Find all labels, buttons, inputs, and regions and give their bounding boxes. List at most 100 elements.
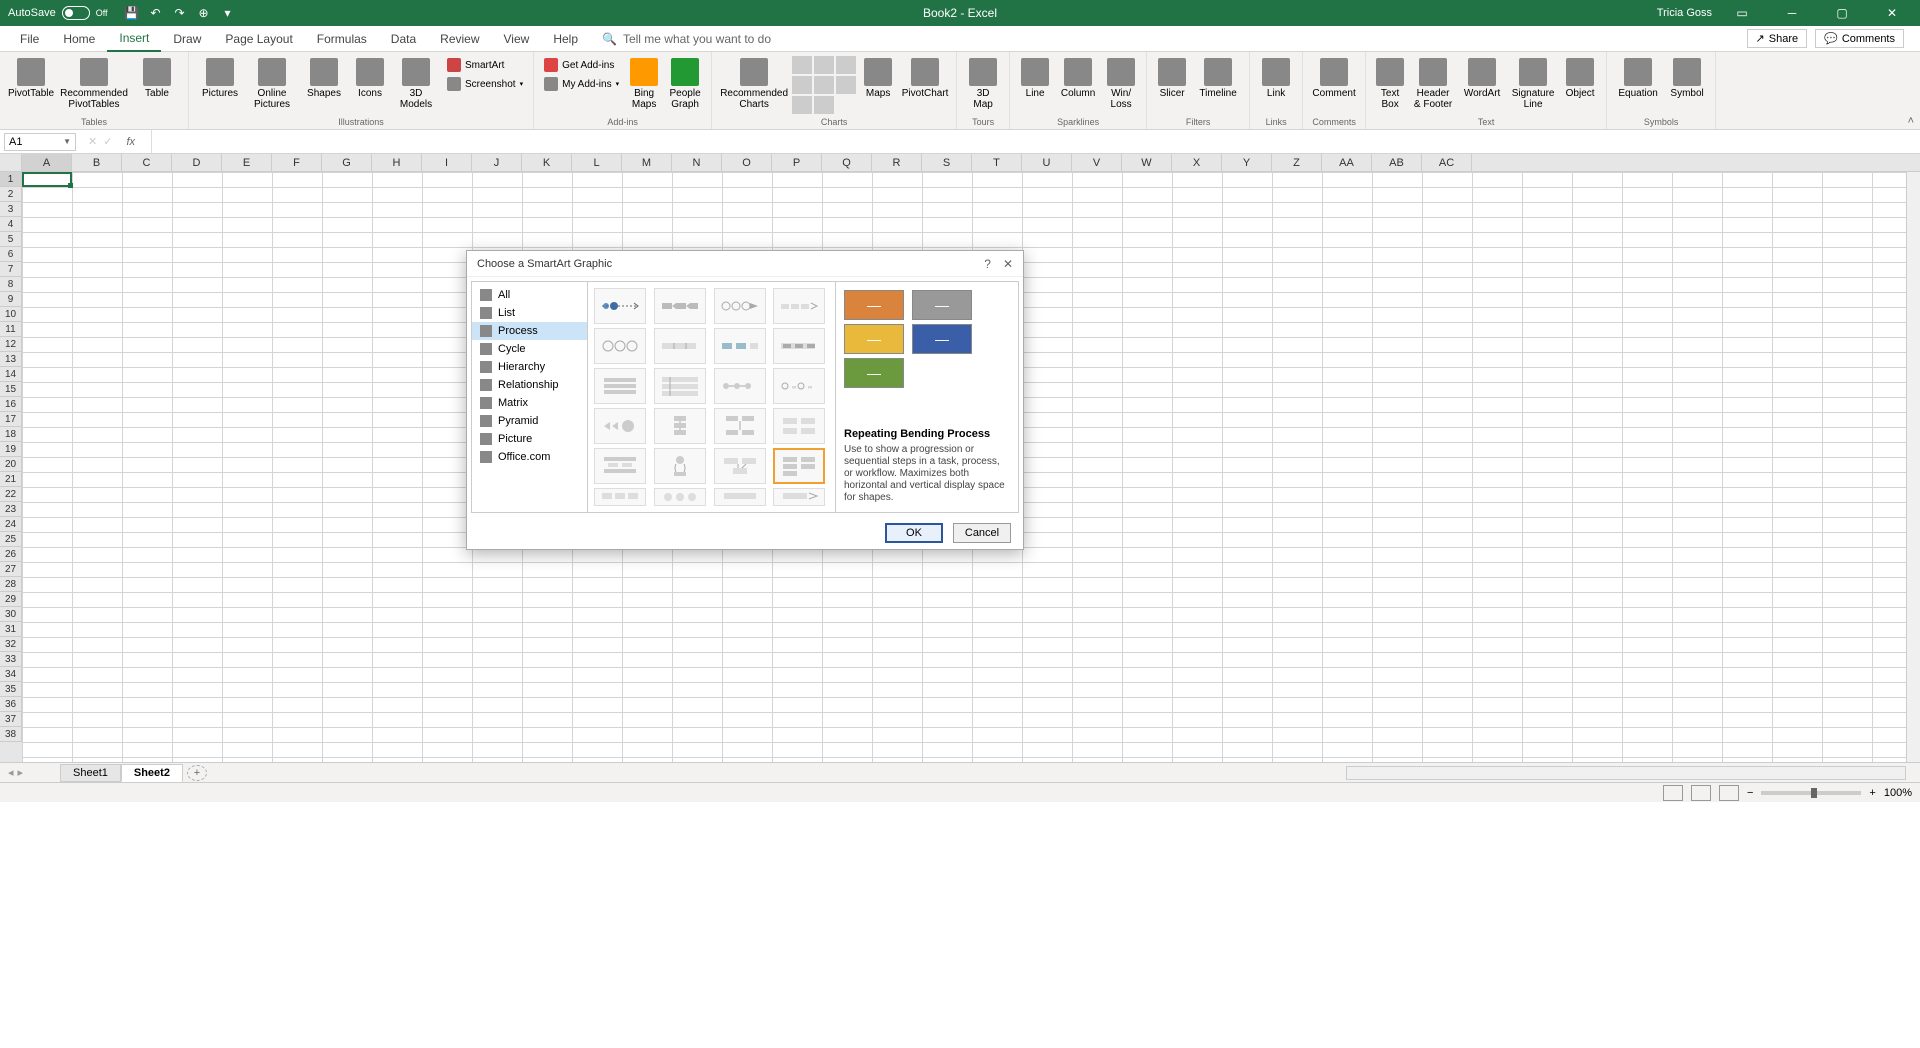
layout-thumb[interactable]: [773, 408, 825, 444]
row-header[interactable]: 21: [0, 472, 22, 487]
column-header[interactable]: N: [672, 154, 722, 171]
layout-thumb[interactable]: [714, 368, 766, 404]
add-sheet-button[interactable]: +: [187, 765, 207, 781]
maps-button[interactable]: Maps: [858, 56, 898, 101]
layout-thumb[interactable]: [773, 488, 825, 506]
chart-type-8[interactable]: [814, 96, 834, 114]
save-icon[interactable]: 💾: [124, 5, 140, 21]
row-header[interactable]: 25: [0, 532, 22, 547]
row-header[interactable]: 36: [0, 697, 22, 712]
sparkline-column-button[interactable]: Column: [1056, 56, 1100, 101]
row-header[interactable]: 32: [0, 637, 22, 652]
layout-thumb[interactable]: [594, 408, 646, 444]
category-all[interactable]: All: [472, 286, 587, 304]
column-header[interactable]: L: [572, 154, 622, 171]
row-header[interactable]: 34: [0, 667, 22, 682]
column-header[interactable]: AA: [1322, 154, 1372, 171]
column-header[interactable]: M: [622, 154, 672, 171]
column-header[interactable]: U: [1022, 154, 1072, 171]
get-addins-button[interactable]: Get Add-ins: [540, 56, 623, 74]
row-header[interactable]: 18: [0, 427, 22, 442]
category-relationship[interactable]: Relationship: [472, 376, 587, 394]
sparkline-winloss-button[interactable]: Win/ Loss: [1102, 56, 1140, 112]
recommended-pivottables-button[interactable]: Recommended PivotTables: [58, 56, 130, 112]
row-header[interactable]: 23: [0, 502, 22, 517]
column-header[interactable]: P: [772, 154, 822, 171]
column-header[interactable]: F: [272, 154, 322, 171]
chevron-down-icon[interactable]: ▼: [63, 137, 71, 146]
row-header[interactable]: 12: [0, 337, 22, 352]
category-list[interactable]: List: [472, 304, 587, 322]
zoom-slider[interactable]: [1761, 791, 1861, 795]
normal-view-icon[interactable]: [1663, 785, 1683, 801]
fx-icon[interactable]: fx: [118, 136, 143, 148]
row-header[interactable]: 1: [0, 172, 22, 187]
row-header[interactable]: 3: [0, 202, 22, 217]
chart-type-7[interactable]: [792, 96, 812, 114]
table-button[interactable]: Table: [132, 56, 182, 101]
next-sheet-icon[interactable]: ▸: [18, 766, 24, 779]
row-header[interactable]: 38: [0, 727, 22, 742]
row-header[interactable]: 5: [0, 232, 22, 247]
pictures-button[interactable]: Pictures: [195, 56, 245, 101]
tab-help[interactable]: Help: [541, 26, 590, 52]
column-header[interactable]: Q: [822, 154, 872, 171]
layout-thumb[interactable]: [654, 408, 706, 444]
layout-thumb[interactable]: [594, 328, 646, 364]
redo-icon[interactable]: ↷: [172, 5, 188, 21]
maximize-icon[interactable]: ▢: [1822, 0, 1862, 26]
row-header[interactable]: 7: [0, 262, 22, 277]
ok-button[interactable]: OK: [885, 523, 943, 543]
icons-button[interactable]: Icons: [351, 56, 389, 101]
column-header[interactable]: C: [122, 154, 172, 171]
column-header[interactable]: O: [722, 154, 772, 171]
recommended-charts-button[interactable]: Recommended Charts: [718, 56, 790, 112]
layout-thumb[interactable]: [594, 368, 646, 404]
column-header[interactable]: S: [922, 154, 972, 171]
row-header[interactable]: 20: [0, 457, 22, 472]
layout-thumb[interactable]: [654, 328, 706, 364]
tell-me-search[interactable]: 🔍 Tell me what you want to do: [590, 32, 783, 46]
layout-thumb[interactable]: [714, 448, 766, 484]
category-matrix[interactable]: Matrix: [472, 394, 587, 412]
category-cycle[interactable]: Cycle: [472, 340, 587, 358]
layout-thumb[interactable]: [773, 328, 825, 364]
column-header[interactable]: AB: [1372, 154, 1422, 171]
row-header[interactable]: 2: [0, 187, 22, 202]
page-layout-view-icon[interactable]: [1691, 785, 1711, 801]
zoom-level[interactable]: 100%: [1884, 787, 1912, 799]
pivotchart-button[interactable]: PivotChart: [900, 56, 950, 101]
cancel-button[interactable]: Cancel: [953, 523, 1011, 543]
smartart-button[interactable]: SmartArt: [443, 56, 527, 74]
textbox-button[interactable]: Text Box: [1372, 56, 1408, 112]
column-header[interactable]: X: [1172, 154, 1222, 171]
chart-type-2[interactable]: [814, 56, 834, 74]
category-picture[interactable]: Picture: [472, 430, 587, 448]
column-header[interactable]: I: [422, 154, 472, 171]
3dmodels-button[interactable]: 3D Models: [391, 56, 441, 112]
row-header[interactable]: 13: [0, 352, 22, 367]
column-header[interactable]: H: [372, 154, 422, 171]
bing-maps-button[interactable]: Bing Maps: [625, 56, 663, 112]
shapes-button[interactable]: Shapes: [299, 56, 349, 101]
layout-thumb[interactable]: [654, 368, 706, 404]
chart-type-6[interactable]: [836, 76, 856, 94]
column-header[interactable]: J: [472, 154, 522, 171]
page-break-view-icon[interactable]: [1719, 785, 1739, 801]
row-header[interactable]: 9: [0, 292, 22, 307]
share-button[interactable]: ↗ Share: [1747, 29, 1808, 48]
prev-sheet-icon[interactable]: ◂: [8, 766, 14, 779]
row-header[interactable]: 10: [0, 307, 22, 322]
row-header[interactable]: 22: [0, 487, 22, 502]
screenshot-button[interactable]: Screenshot▾: [443, 75, 527, 93]
column-header[interactable]: D: [172, 154, 222, 171]
column-header[interactable]: T: [972, 154, 1022, 171]
row-header[interactable]: 37: [0, 712, 22, 727]
layout-thumb[interactable]: [594, 448, 646, 484]
column-header[interactable]: Y: [1222, 154, 1272, 171]
equation-button[interactable]: Equation: [1613, 56, 1663, 101]
formula-input[interactable]: [152, 130, 1920, 153]
my-addins-button[interactable]: My Add-ins▾: [540, 75, 623, 93]
row-header[interactable]: 29: [0, 592, 22, 607]
autosave-toggle[interactable]: [62, 6, 90, 20]
